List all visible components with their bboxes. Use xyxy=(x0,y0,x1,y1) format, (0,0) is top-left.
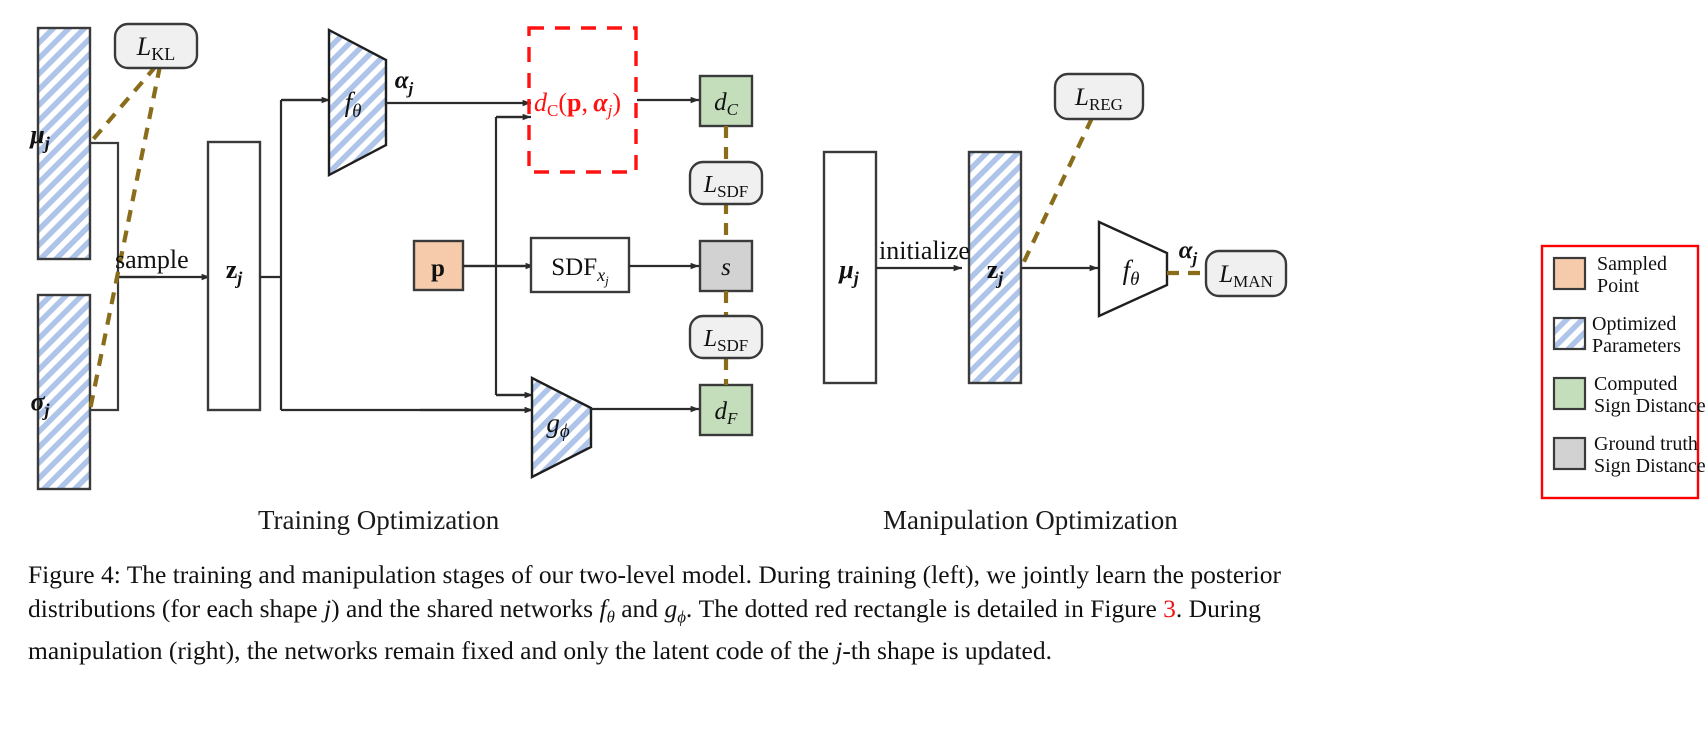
caption-line-2: distributions (for each shape j) and the… xyxy=(28,594,1261,627)
l-reg-dash xyxy=(1019,117,1094,269)
figure-caption: Figure 4: The training and manipulation … xyxy=(28,558,1688,668)
legend-swatch-optimized xyxy=(1552,316,1587,351)
training-alpha-label: αj xyxy=(395,67,414,98)
l-kl-dashes xyxy=(87,64,163,411)
caption-figure-ref: 3 xyxy=(1163,594,1176,623)
legend-label-sampled-point-1: Sampled xyxy=(1597,253,1667,275)
sample-label: sample xyxy=(115,245,189,274)
initialize-label: initialize xyxy=(879,236,970,265)
legend-label-ground-truth-2: Sign Distance xyxy=(1594,455,1706,477)
training-p-label: p xyxy=(431,255,445,282)
stage-label-manipulation: Manipulation Optimization xyxy=(883,505,1178,535)
training-z-bus xyxy=(260,98,525,412)
figure-4-container: LKL μj σj sample zj fθ αj dC(p, αj) p SD… xyxy=(0,0,1708,756)
legend-label-computed-2: Sign Distance xyxy=(1594,395,1706,417)
manipulation-alpha-label: αj xyxy=(1179,237,1198,268)
caption-line-3: manipulation (right), the networks remai… xyxy=(28,636,1052,666)
legend-label-optimized-1: Optimized xyxy=(1592,313,1676,335)
legend-label-computed-1: Computed xyxy=(1594,373,1677,395)
legend-swatch-sampled-point xyxy=(1552,256,1587,291)
legend-swatch-computed xyxy=(1552,376,1587,411)
dc-expression: dC(p, αj) xyxy=(534,88,621,120)
training-sigma-box xyxy=(36,293,92,491)
legend-label-ground-truth-1: Ground truth xyxy=(1594,433,1698,455)
caption-line-1: Figure 4: The training and manipulation … xyxy=(28,560,1281,589)
training-p-bus xyxy=(463,115,530,397)
legend-label-sampled-point-2: Point xyxy=(1597,275,1640,297)
stage-label-training: Training Optimization xyxy=(258,505,500,535)
legend-swatch-ground-truth xyxy=(1552,436,1587,471)
legend-label-optimized-2: Parameters xyxy=(1592,335,1681,357)
training-s-label: s xyxy=(721,254,731,281)
